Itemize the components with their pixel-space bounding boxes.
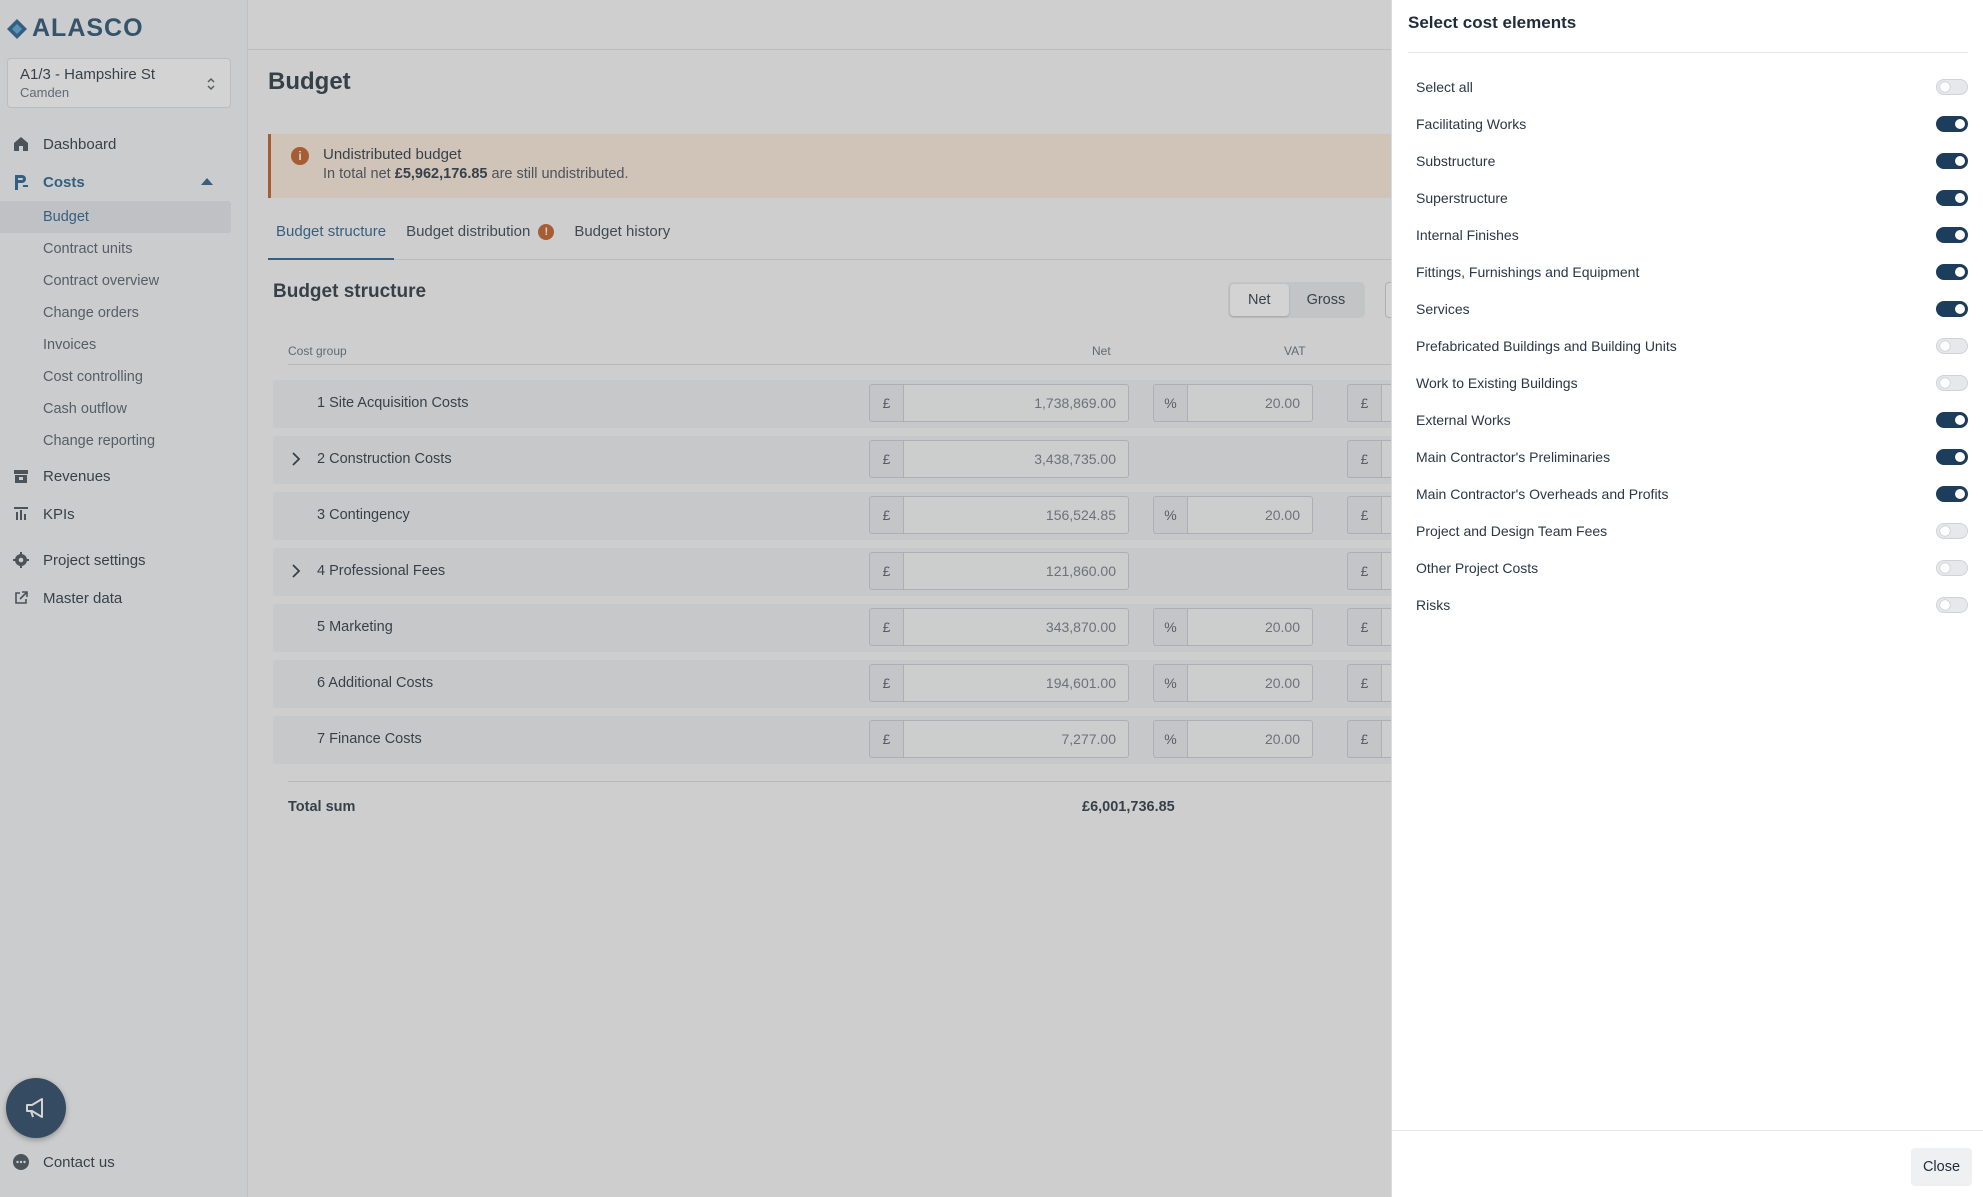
toggle-knob (1955, 193, 1965, 203)
cost-element-option: Internal Finishes (1416, 217, 1968, 254)
cost-element-label: Main Contractor's Preliminaries (1416, 449, 1611, 465)
toggle-knob (1955, 452, 1965, 462)
cost-element-label: Substructure (1416, 153, 1496, 169)
cost-element-label: Prefabricated Buildings and Building Uni… (1416, 338, 1677, 354)
cost-element-label: Internal Finishes (1416, 227, 1519, 243)
toggle-knob (1955, 119, 1965, 129)
toggle-switch[interactable] (1936, 227, 1968, 243)
toggle-switch[interactable] (1936, 597, 1968, 613)
cost-element-label: Work to Existing Buildings (1416, 375, 1578, 391)
toggle-knob (1955, 489, 1965, 499)
cost-element-label: Risks (1416, 597, 1451, 613)
panel-title: Select cost elements (1408, 13, 1577, 32)
close-button[interactable]: Close (1911, 1148, 1972, 1186)
cost-element-label: Facilitating Works (1416, 116, 1527, 132)
cost-element-label: Fittings, Furnishings and Equipment (1416, 264, 1640, 280)
toggle-knob (1940, 341, 1950, 351)
toggle-switch[interactable] (1936, 375, 1968, 391)
toggle-switch[interactable] (1936, 523, 1968, 539)
toggle-knob (1940, 600, 1950, 610)
toggle-switch[interactable] (1936, 560, 1968, 576)
cost-element-option: Facilitating Works (1416, 106, 1968, 143)
cost-element-option: Main Contractor's Overheads and Profits (1416, 476, 1968, 513)
toggle-knob (1940, 563, 1950, 573)
cost-element-label: Superstructure (1416, 190, 1508, 206)
toggle-switch[interactable] (1936, 412, 1968, 428)
cost-element-label: External Works (1416, 412, 1511, 428)
toggle-knob (1940, 378, 1950, 388)
cost-element-label: Select all (1416, 79, 1473, 95)
divider (1392, 1130, 1983, 1131)
cost-element-option: Substructure (1416, 143, 1968, 180)
cost-element-option: Superstructure (1416, 180, 1968, 217)
cost-element-label: Main Contractor's Overheads and Profits (1416, 486, 1669, 502)
toggle-switch[interactable] (1936, 486, 1968, 502)
cost-element-option: Other Project Costs (1416, 550, 1968, 587)
cost-element-label: Project and Design Team Fees (1416, 523, 1608, 539)
cost-element-option: External Works (1416, 402, 1968, 439)
cost-element-option: Risks (1416, 587, 1968, 624)
toggle-knob (1955, 267, 1965, 277)
toggle-switch[interactable] (1936, 264, 1968, 280)
divider (1408, 52, 1968, 53)
cost-element-option: Prefabricated Buildings and Building Uni… (1416, 328, 1968, 365)
toggle-switch[interactable] (1936, 190, 1968, 206)
toggle-knob (1955, 230, 1965, 240)
toggle-knob (1955, 156, 1965, 166)
toggle-switch[interactable] (1936, 338, 1968, 354)
toggle-switch[interactable] (1936, 301, 1968, 317)
toggle-knob (1955, 415, 1965, 425)
cost-element-option: Main Contractor's Preliminaries (1416, 439, 1968, 476)
toggle-knob (1940, 526, 1950, 536)
modal-backdrop[interactable] (0, 0, 1391, 1197)
cost-element-option: Select all (1416, 69, 1968, 106)
select-cost-elements-panel: Select cost elements Select all Facilitat… (1391, 0, 1983, 1197)
toggle-knob (1940, 82, 1950, 92)
toggle-switch[interactable] (1936, 116, 1968, 132)
cost-element-option: Work to Existing Buildings (1416, 365, 1968, 402)
cost-element-option: Project and Design Team Fees (1416, 513, 1968, 550)
cost-element-label: Services (1416, 301, 1470, 317)
toggle-switch[interactable] (1936, 153, 1968, 169)
cost-element-option: Fittings, Furnishings and Equipment (1416, 254, 1968, 291)
toggle-knob (1955, 304, 1965, 314)
toggle-switch[interactable] (1936, 449, 1968, 465)
cost-element-option: Services (1416, 291, 1968, 328)
cost-element-label: Other Project Costs (1416, 560, 1539, 576)
toggle-switch[interactable] (1936, 79, 1968, 95)
